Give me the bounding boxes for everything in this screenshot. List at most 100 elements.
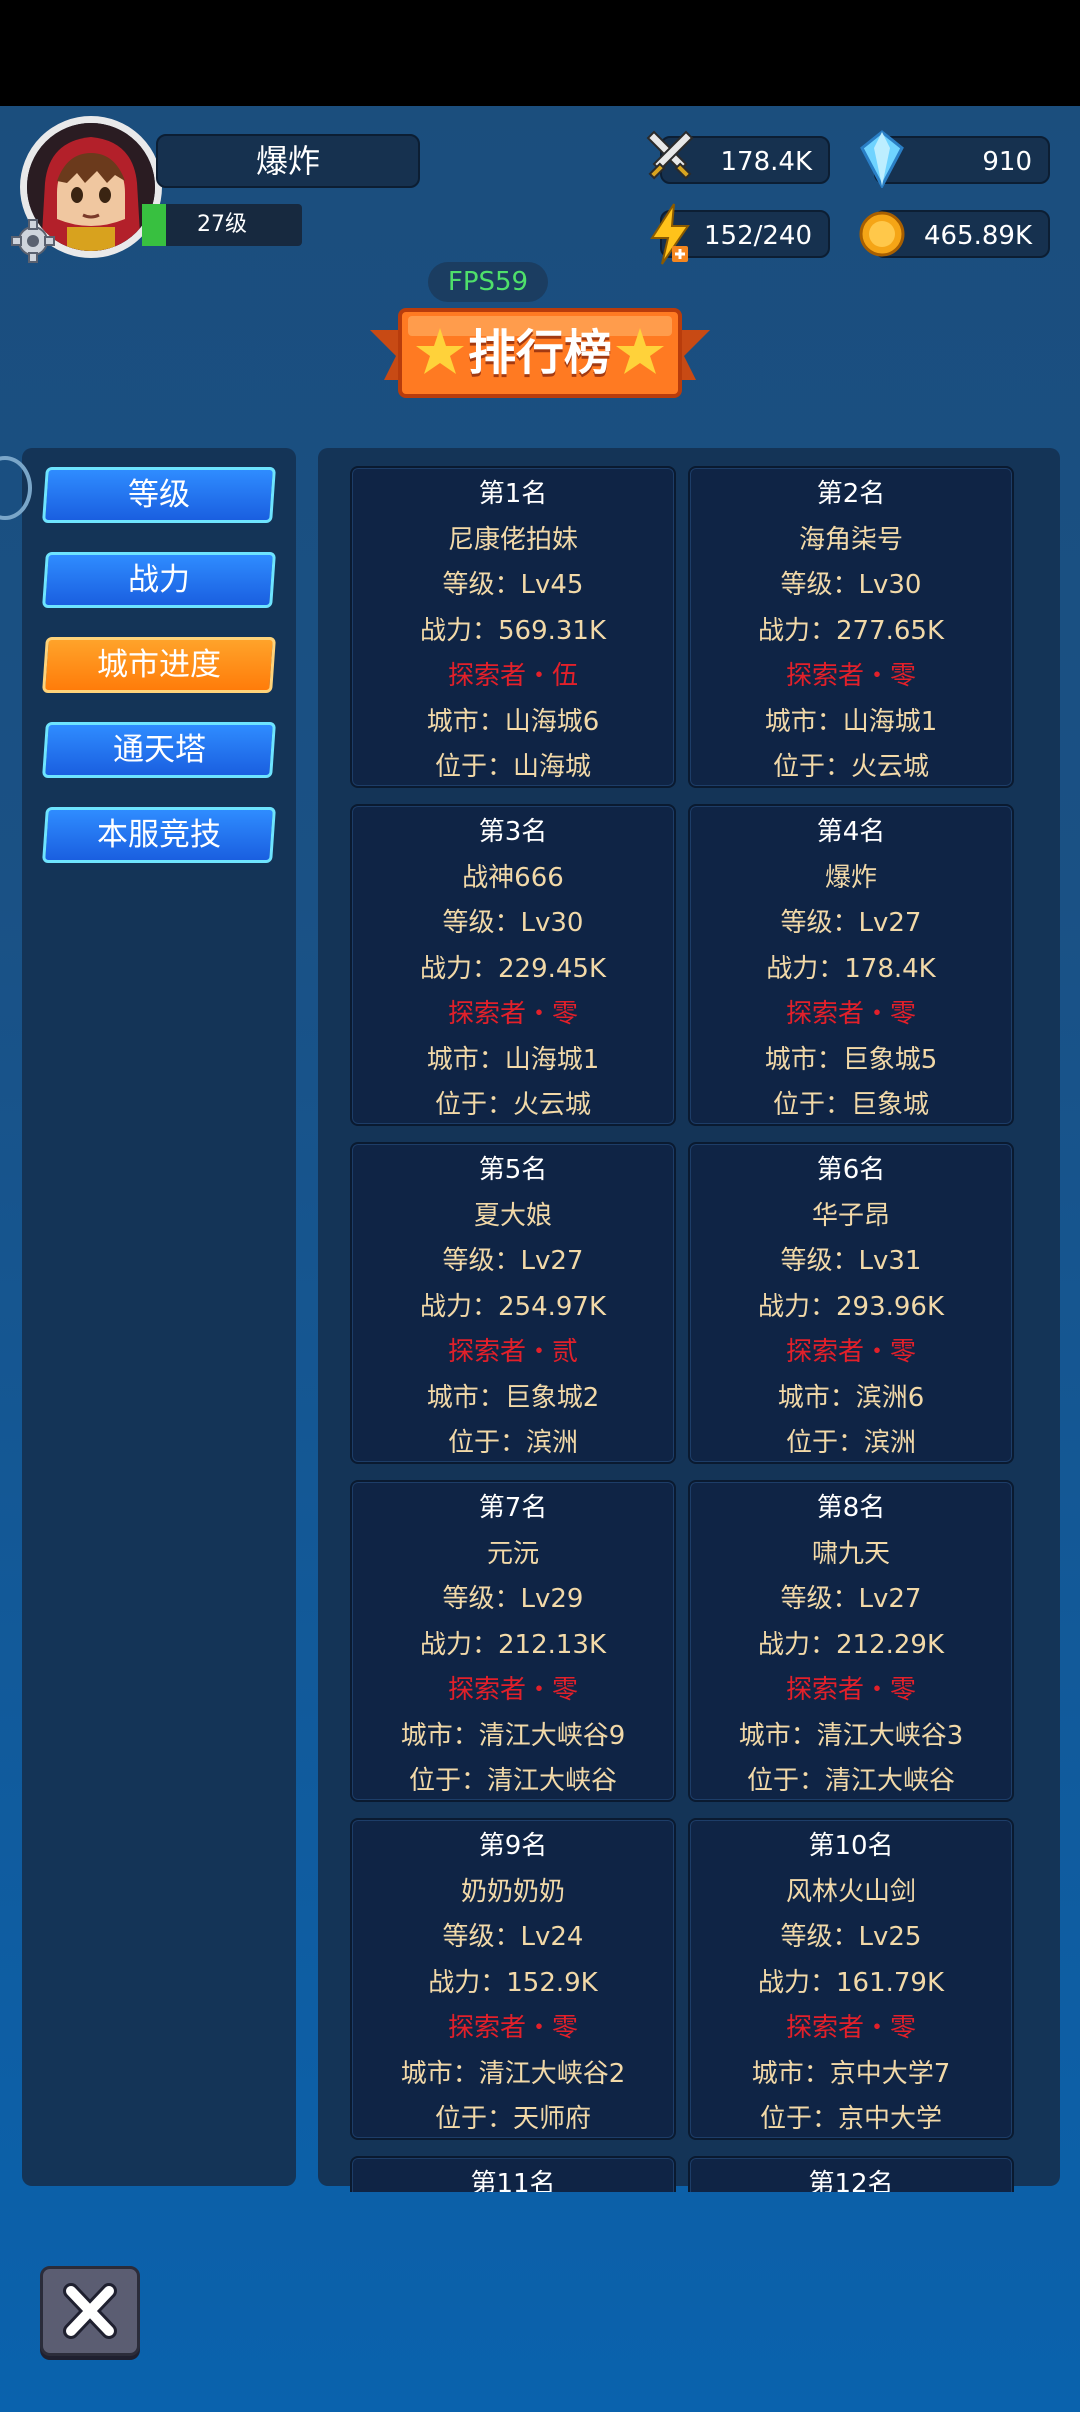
ranking-card[interactable]: 第2名 海角柒号 等级：Lv30 战力：277.65K 探索者・零 城市：山海城… <box>688 466 1014 788</box>
rank-label: 第8名 <box>816 1493 886 1523</box>
tab-city-progress[interactable]: 城市进度 <box>42 637 276 693</box>
gold-value: 465.89K <box>923 221 1032 251</box>
tab-level-label: 等级 <box>128 477 190 513</box>
level-progress-indicator <box>142 204 166 246</box>
energy-value: 152/240 <box>703 221 812 251</box>
player-power: 战力：293.96K <box>757 1291 945 1322</box>
player-title: 探索者・零 <box>785 999 916 1029</box>
player-city: 城市：京中大学7 <box>751 2058 951 2089</box>
settings-gear-icon[interactable] <box>10 218 56 264</box>
power-value: 178.4K <box>720 147 812 177</box>
rank-label: 第12名 <box>808 2169 894 2192</box>
player-city: 城市：清江大峡谷2 <box>400 2058 626 2089</box>
player-power: 战力：254.97K <box>419 1291 607 1322</box>
player-level: 等级：Lv24 <box>442 1922 584 1952</box>
player-name: 夏大娘 <box>473 1200 552 1231</box>
player-location: 位于：天师府 <box>434 2104 591 2134</box>
ranking-card[interactable]: 第6名 华子昂 等级：Lv31 战力：293.96K 探索者・零 城市：滨洲6 … <box>688 1142 1014 1464</box>
ranking-card[interactable]: 第12名 <box>688 2156 1014 2192</box>
rank-label: 第10名 <box>808 1831 894 1861</box>
player-city: 城市：山海城1 <box>426 1044 600 1075</box>
player-name: 战神666 <box>462 862 564 893</box>
player-name: 华子昂 <box>811 1200 890 1231</box>
player-city: 城市：巨象城5 <box>764 1044 938 1075</box>
fps-counter: FPS59 <box>428 262 548 302</box>
player-level: 等级：Lv25 <box>780 1922 922 1952</box>
ranking-card[interactable]: 第9名 奶奶奶奶 等级：Lv24 战力：152.9K 探索者・零 城市：清江大峡… <box>350 1818 676 2140</box>
player-level: 等级：Lv27 <box>442 1246 584 1276</box>
tab-server-arena[interactable]: 本服竞技 <box>42 807 276 863</box>
player-location: 位于：滨洲 <box>447 1428 578 1458</box>
ranking-card[interactable]: 第11名 <box>350 2156 676 2192</box>
crossed-swords-icon <box>646 130 694 180</box>
gold-coin-icon <box>859 211 905 257</box>
rank-label: 第3名 <box>478 817 548 847</box>
diamond-gem-icon <box>860 130 904 188</box>
ranking-card[interactable]: 第7名 元沅 等级：Lv29 战力：212.13K 探索者・零 城市：清江大峡谷… <box>350 1480 676 1802</box>
player-city: 城市：清江大峡谷9 <box>400 1720 626 1751</box>
ranking-card[interactable]: 第4名 爆炸 等级：Lv27 战力：178.4K 探索者・零 城市：巨象城5 位… <box>688 804 1014 1126</box>
rank-label: 第2名 <box>816 479 886 509</box>
player-power: 战力：178.4K <box>766 953 936 984</box>
rank-label: 第4名 <box>816 817 886 847</box>
rank-label: 第1名 <box>478 479 548 509</box>
player-location: 位于：山海城 <box>434 752 591 782</box>
ranking-card[interactable]: 第3名 战神666 等级：Lv30 战力：229.45K 探索者・零 城市：山海… <box>350 804 676 1126</box>
player-title: 探索者・零 <box>447 1675 578 1705</box>
tab-server-arena-label: 本服竞技 <box>97 817 221 853</box>
player-name: 元沅 <box>486 1538 539 1569</box>
player-title: 探索者・零 <box>785 1337 916 1367</box>
player-name: 爆炸 <box>156 134 420 188</box>
player-name: 尼康佬拍妹 <box>447 524 578 555</box>
player-location: 位于：京中大学 <box>759 2104 942 2134</box>
page-title: 排行榜 <box>467 325 612 381</box>
rank-label: 第5名 <box>478 1155 548 1185</box>
player-city: 城市：巨象城2 <box>426 1382 600 1413</box>
player-power: 战力：229.45K <box>419 953 607 984</box>
close-button[interactable] <box>40 2266 140 2356</box>
player-name: 爆炸 <box>824 862 877 893</box>
lightning-energy-icon[interactable] <box>646 202 696 268</box>
rank-label: 第6名 <box>816 1155 886 1185</box>
player-name: 啸九天 <box>811 1538 890 1569</box>
player-location: 位于：火云城 <box>772 752 929 782</box>
ranking-list[interactable]: 第1名 尼康佬拍妹 等级：Lv45 战力：569.31K 探索者・伍 城市：山海… <box>318 448 1060 2192</box>
player-location: 位于：滨洲 <box>785 1428 916 1458</box>
player-name: 海角柒号 <box>798 524 903 555</box>
ranking-card[interactable]: 第8名 啸九天 等级：Lv27 战力：212.29K 探索者・零 城市：清江大峡… <box>688 1480 1014 1802</box>
player-level: 27级 <box>142 204 302 246</box>
player-title: 探索者・零 <box>785 1675 916 1705</box>
tab-tower[interactable]: 通天塔 <box>42 722 276 778</box>
tab-power-label: 战力 <box>128 562 190 598</box>
player-title: 探索者・零 <box>785 2013 916 2043</box>
gem-value: 910 <box>982 147 1032 177</box>
category-sidebar <box>22 448 296 2186</box>
player-power: 战力：161.79K <box>757 1967 945 1998</box>
tab-level[interactable]: 等级 <box>42 467 276 523</box>
tab-city-progress-label: 城市进度 <box>97 647 221 683</box>
player-power: 战力：212.29K <box>757 1629 945 1660</box>
status-bar <box>0 0 1080 106</box>
close-x-icon <box>63 2283 117 2339</box>
ranking-card[interactable]: 第10名 风林火山剑 等级：Lv25 战力：161.79K 探索者・零 城市：京… <box>688 1818 1014 2140</box>
player-title: 探索者・贰 <box>447 1337 578 1367</box>
tab-tower-label: 通天塔 <box>112 732 206 768</box>
ranking-card[interactable]: 第1名 尼康佬拍妹 等级：Lv45 战力：569.31K 探索者・伍 城市：山海… <box>350 466 676 788</box>
player-name: 奶奶奶奶 <box>460 1876 565 1907</box>
player-level: 等级：Lv27 <box>780 908 922 938</box>
player-title: 探索者・零 <box>447 999 578 1029</box>
player-location: 位于：火云城 <box>434 1090 591 1120</box>
player-level: 等级：Lv30 <box>780 570 922 600</box>
rank-label: 第7名 <box>478 1493 548 1523</box>
player-power: 战力：212.13K <box>419 1629 607 1660</box>
rank-label: 第9名 <box>478 1831 548 1861</box>
player-city: 城市：山海城1 <box>764 706 938 737</box>
player-name: 风林火山剑 <box>785 1876 916 1907</box>
player-location: 位于：清江大峡谷 <box>746 1766 955 1796</box>
player-city: 城市：清江大峡谷3 <box>738 1720 964 1751</box>
player-title: 探索者・伍 <box>447 661 578 691</box>
player-level: 等级：Lv30 <box>442 908 584 938</box>
ranking-card[interactable]: 第5名 夏大娘 等级：Lv27 战力：254.97K 探索者・贰 城市：巨象城2… <box>350 1142 676 1464</box>
player-level: 等级：Lv31 <box>780 1246 922 1276</box>
tab-power[interactable]: 战力 <box>42 552 276 608</box>
